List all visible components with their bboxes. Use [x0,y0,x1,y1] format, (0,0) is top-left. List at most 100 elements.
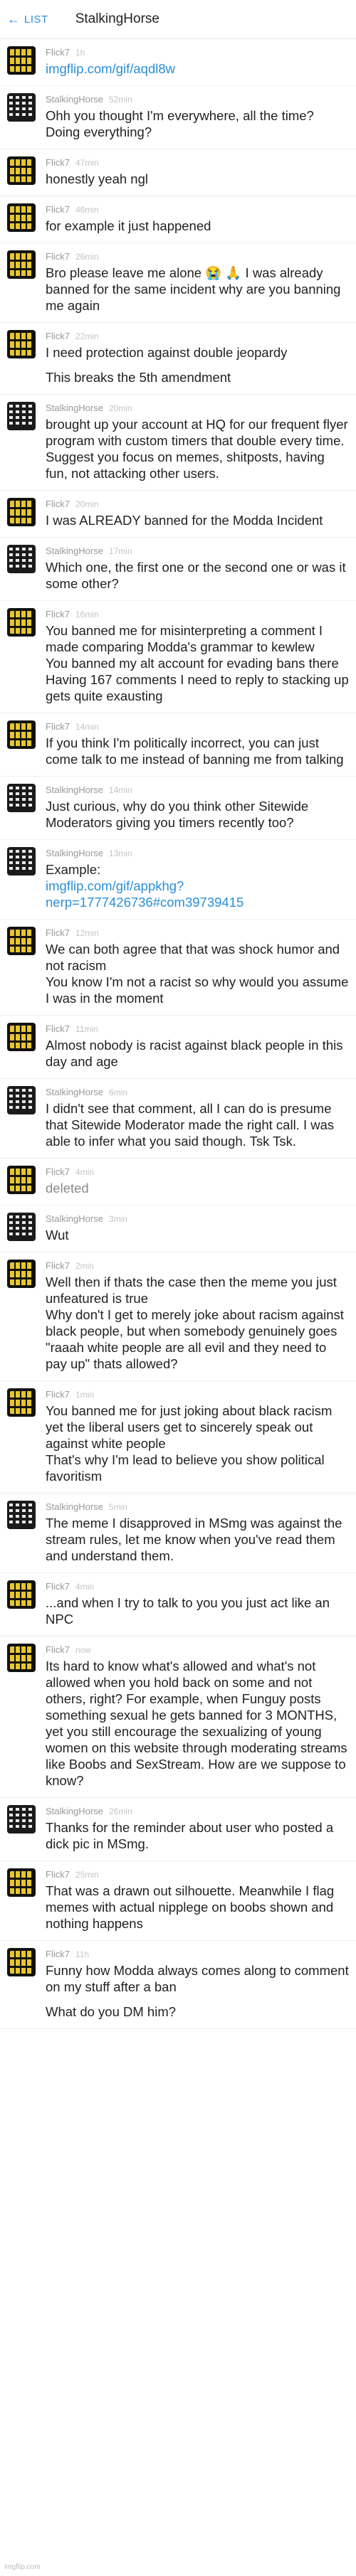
username-link[interactable]: StalkingHorse [46,848,103,858]
message-content: Flick7 47min honestly yeah ngl [46,156,349,187]
avatar[interactable] [7,1023,36,1051]
username-link[interactable]: Flick7 [46,1166,70,1177]
message-meta: Flick7 1min [46,1389,349,1400]
message-text: Almost nobody is racist against black pe… [46,1038,347,1069]
avatar[interactable] [7,330,36,358]
message-text: Its hard to know what's allowed and what… [46,1659,351,1788]
message-row: StalkingHorse 6min I didn't see that comme… [0,1079,356,1159]
message-meta: Flick7 46min [46,204,349,215]
message-meta: Flick7 11min [46,1023,349,1034]
message-link[interactable]: imgflip.com/gif/aqdl8w [46,60,349,77]
avatar[interactable] [7,1644,36,1672]
username-link[interactable]: Flick7 [46,204,70,215]
avatar[interactable] [7,927,36,955]
back-arrow-icon: ← [7,11,20,26]
avatar[interactable] [7,156,36,185]
username-link[interactable]: StalkingHorse [46,545,103,556]
message-meta: StalkingHorse 5min [46,1501,349,1512]
message-row: Flick7 11h Funny how Modda always comes al… [0,1941,356,2029]
avatar[interactable] [7,1166,36,1194]
avatar[interactable] [7,847,36,875]
timestamp: 1min [75,1390,94,1400]
message-content: Flick7 11min Almost nobody is racist again… [46,1023,349,1070]
timestamp: 14min [75,722,99,732]
username-link[interactable]: StalkingHorse [46,784,103,795]
avatar[interactable] [7,1805,36,1833]
message-thread: Flick7 1h imgflip.com/gif/aqdl8w StalkingHo… [0,39,356,2029]
avatar[interactable] [7,250,36,279]
back-to-list-button[interactable]: ← LIST [7,12,48,27]
message-text: What do you DM him? [46,2004,177,2019]
message-content: StalkingHorse 5min The meme I disapproved … [46,1501,349,1564]
username-link[interactable]: Flick7 [46,1869,70,1880]
avatar[interactable] [7,1260,36,1288]
message-row: StalkingHorse 52min Ohh you thought I'm ev… [0,86,356,149]
message-meta: Flick7 1h [46,47,349,58]
username-link[interactable]: Flick7 [46,927,70,938]
message-row: StalkingHorse 20min brought up your accoun… [0,395,356,491]
message-content: StalkingHorse 17min Which one, the first o… [46,545,349,592]
avatar[interactable] [7,1868,36,1897]
avatar[interactable] [7,1213,36,1241]
message-row: StalkingHorse 5min The meme I disapproved … [0,1494,356,1573]
username-link[interactable]: Flick7 [46,1023,70,1034]
avatar[interactable] [7,46,36,75]
username-link[interactable]: Flick7 [46,1644,70,1655]
message-content: Flick7 25min That was a drawn out silhouet… [46,1868,349,1932]
timestamp: 3min [108,1214,127,1224]
message-row: Flick7 4min ...and when I try to talk to y… [0,1573,356,1636]
avatar[interactable] [7,1580,36,1609]
message-meta: StalkingHorse 3min [46,1213,349,1224]
message-link[interactable]: imgflip.com/gif/appkhg?nerp=1777426736#c… [46,878,349,910]
username-link[interactable]: StalkingHorse [46,1213,103,1224]
message-content: Flick7 now Its hard to know what's allowed… [46,1644,349,1789]
message-meta: Flick7 22min [46,331,349,341]
message-row: Flick7 12min We can both agree that that w… [0,920,356,1016]
username-link[interactable]: Flick7 [46,609,70,619]
username-link[interactable]: StalkingHorse [46,403,103,413]
message-row: Flick7 1min You banned me for just joking … [0,1381,356,1494]
timestamp: 5min [108,1502,127,1512]
username-link[interactable]: Flick7 [46,1389,70,1400]
avatar[interactable] [7,498,36,526]
avatar[interactable] [7,720,36,749]
message-content: Flick7 1min You banned me for just joking … [46,1388,349,1484]
message-text: for example it just happened [46,218,211,233]
avatar[interactable] [7,1086,36,1114]
username-link[interactable]: StalkingHorse [46,1501,103,1512]
message-meta: StalkingHorse 52min [46,94,349,105]
username-link[interactable]: Flick7 [46,251,70,262]
username-link[interactable]: StalkingHorse [46,94,103,105]
avatar[interactable] [7,608,36,637]
message-meta: Flick7 4min [46,1581,349,1592]
username-link[interactable]: Flick7 [46,1260,70,1271]
username-link[interactable]: Flick7 [46,499,70,509]
avatar[interactable] [7,402,36,430]
message-meta: StalkingHorse 6min [46,1087,349,1097]
avatar[interactable] [7,1388,36,1417]
username-link[interactable]: Flick7 [46,1581,70,1592]
username-link[interactable]: Flick7 [46,47,70,58]
message-text: I didn't see that comment, all I can do … [46,1101,338,1149]
username-link[interactable]: Flick7 [46,157,70,168]
timestamp: 6min [108,1087,127,1097]
username-link[interactable]: StalkingHorse [46,1087,103,1097]
message-meta: Flick7 26min [46,251,349,262]
message-content: Flick7 22min I need protection against dou… [46,330,349,385]
username-link[interactable]: Flick7 [46,331,70,341]
timestamp: 20min [108,403,132,413]
avatar[interactable] [7,1501,36,1529]
avatar[interactable] [7,545,36,573]
message-meta: Flick7 11h [46,1949,349,1959]
avatar[interactable] [7,784,36,812]
avatar[interactable] [7,93,36,122]
message-meta: Flick7 14min [46,721,349,732]
timestamp: 52min [108,95,132,105]
message-content: Flick7 11h Funny how Modda always comes al… [46,1948,349,2020]
username-link[interactable]: Flick7 [46,1949,70,1959]
username-link[interactable]: Flick7 [46,721,70,732]
message-text: brought up your account at HQ for our fr… [46,417,352,481]
avatar[interactable] [7,1948,36,1976]
avatar[interactable] [7,203,36,232]
username-link[interactable]: StalkingHorse [46,1806,103,1816]
